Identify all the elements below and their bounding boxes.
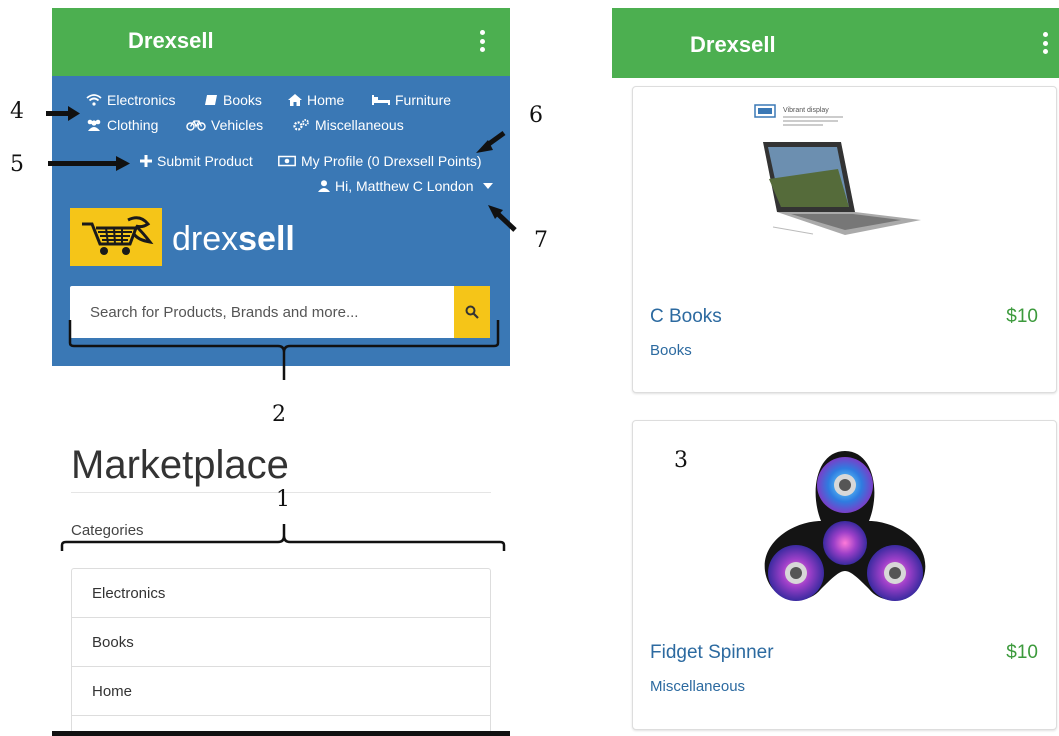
overflow-menu-icon[interactable] (480, 30, 486, 52)
overflow-menu-icon[interactable] (1043, 32, 1049, 54)
nav-miscellaneous-label: Miscellaneous (315, 117, 404, 133)
annotation-label-7: 7 (534, 228, 548, 253)
annotation-label-5: 5 (10, 152, 24, 177)
nav-miscellaneous[interactable]: Miscellaneous (292, 117, 404, 133)
search-icon (465, 305, 479, 319)
product-card[interactable]: Vibrant display C Books $10 Books (632, 86, 1057, 393)
search-input[interactable] (70, 286, 454, 338)
category-list: Electronics Books Home (71, 568, 491, 736)
book-icon (205, 95, 217, 105)
nav-electronics[interactable]: Electronics (86, 92, 175, 108)
annotation-label-3: 3 (674, 448, 688, 473)
image-caption: Vibrant display (783, 107, 829, 114)
my-profile-link[interactable]: My Profile (0 Drexsell Points) (278, 153, 482, 169)
product-image-spinner (633, 421, 1056, 621)
nav-books-label: Books (223, 92, 262, 108)
my-profile-label: My Profile (0 Drexsell Points) (301, 153, 482, 169)
logo-prefix: drex (172, 220, 239, 258)
bottom-edge-bar (52, 731, 510, 736)
nav-furniture-label: Furniture (395, 92, 452, 108)
users-icon (87, 119, 101, 131)
app-title: Drexsell (690, 32, 776, 57)
laptop-icon: Vibrant display (754, 104, 921, 235)
user-menu-toggle[interactable]: Hi, Matthew C London (318, 178, 493, 194)
page-title: Marketplace (71, 443, 289, 487)
submit-product-link[interactable]: Submit Product (140, 153, 253, 169)
product-image-laptop: Vibrant display (633, 87, 1056, 277)
logo-wordmark: drexsell (172, 220, 295, 259)
app-bar: Drexsell (52, 8, 510, 76)
annotation-label-2: 2 (272, 402, 286, 427)
product-price: $10 (1006, 306, 1038, 327)
product-name[interactable]: Fidget Spinner (650, 642, 774, 664)
nav-furniture[interactable]: Furniture (372, 92, 451, 108)
categories-heading: Categories (71, 522, 144, 539)
wifi-icon (86, 94, 102, 106)
category-item-home[interactable]: Home (72, 667, 490, 716)
user-greeting: Hi, Matthew C London (335, 178, 474, 194)
user-icon (318, 180, 330, 192)
product-category[interactable]: Miscellaneous (650, 678, 745, 695)
caret-down-icon (482, 183, 493, 189)
nav-clothing-label: Clothing (107, 117, 159, 133)
fidget-spinner-icon (764, 451, 926, 601)
bicycle-icon (186, 120, 206, 131)
category-item-electronics[interactable]: Electronics (72, 569, 490, 618)
money-icon (278, 155, 296, 167)
nav-home-label: Home (307, 92, 345, 108)
annotation-label-6: 6 (529, 103, 543, 128)
app-bar: Drexsell (612, 8, 1059, 78)
nav-home[interactable]: Home (288, 92, 344, 108)
nav-vehicles-label: Vehicles (211, 117, 264, 133)
search-button[interactable] (454, 286, 490, 338)
product-price: $10 (1006, 642, 1038, 663)
product-category[interactable]: Books (650, 342, 692, 359)
nav-vehicles[interactable]: Vehicles (186, 117, 263, 133)
product-name[interactable]: C Books (650, 306, 722, 328)
right-screen: Drexsell Vibrant display C Books $10 Boo… (612, 8, 1059, 736)
nav-electronics-label: Electronics (107, 92, 176, 108)
submit-product-label: Submit Product (157, 153, 253, 169)
annotation-label-4: 4 (10, 99, 24, 124)
logo-mark[interactable] (70, 208, 162, 266)
nav-books[interactable]: Books (204, 92, 262, 108)
logo-suffix: sell (238, 220, 295, 258)
shopping-cart-logo-icon (82, 216, 154, 255)
plus-icon (140, 155, 152, 167)
bed-icon (372, 95, 390, 105)
search-bar (70, 286, 490, 338)
home-icon (288, 94, 302, 106)
nav-panel: Electronics Books Home Furniture Clothin… (52, 76, 510, 366)
nav-clothing[interactable]: Clothing (86, 117, 158, 133)
left-screen: Drexsell Electronics Books Home Furnitur… (52, 8, 510, 736)
product-card[interactable]: Fidget Spinner $10 Miscellaneous (632, 420, 1057, 730)
annotation-label-1: 1 (276, 487, 290, 512)
cogs-icon (293, 119, 309, 131)
category-item-books[interactable]: Books (72, 618, 490, 667)
app-title: Drexsell (128, 28, 214, 53)
